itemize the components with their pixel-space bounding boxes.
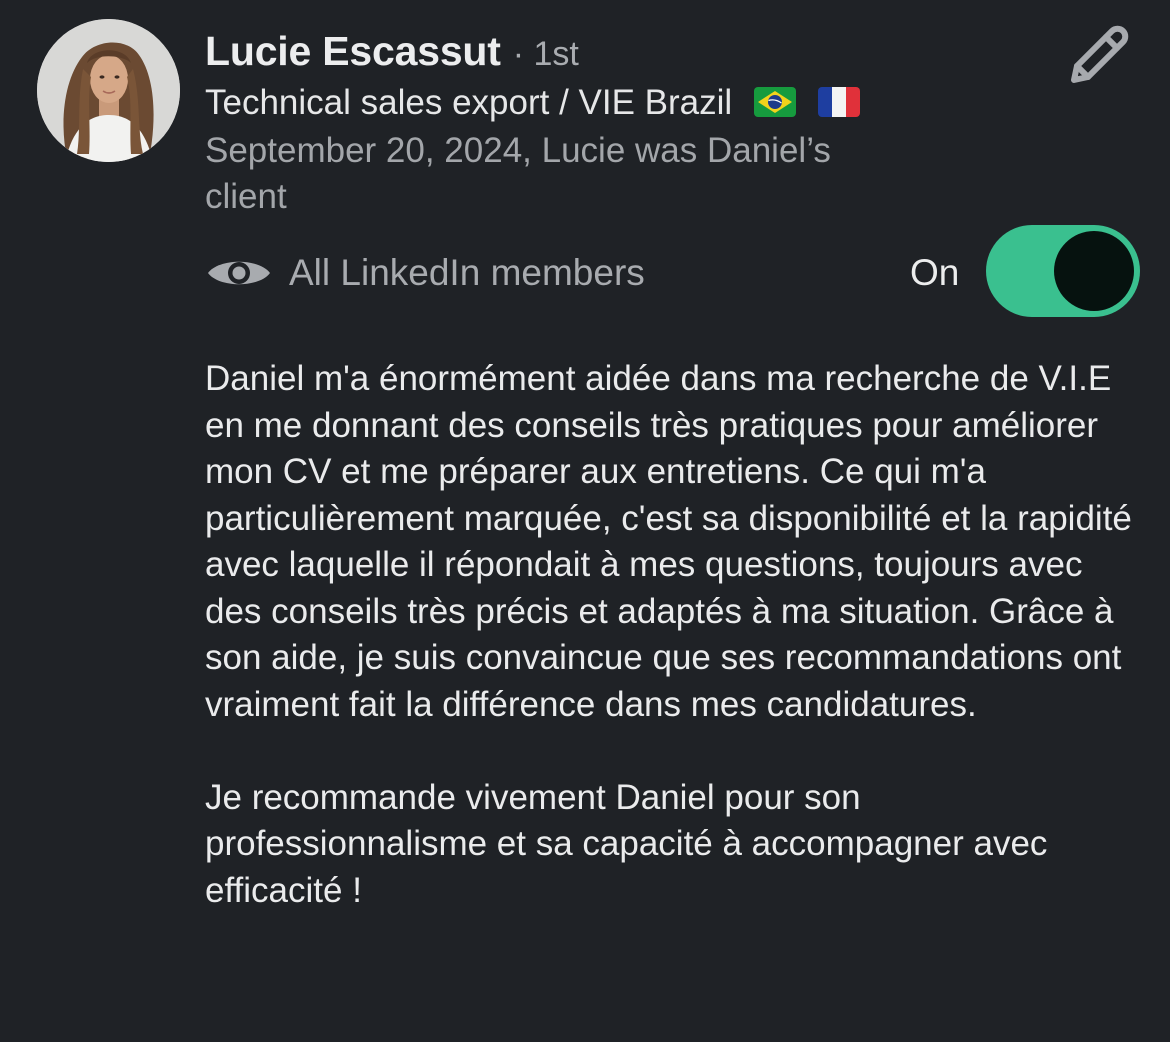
eye-icon <box>205 253 273 293</box>
france-flag-icon <box>817 86 860 117</box>
recommendation-paragraph: Daniel m'a énormément aidée dans ma rech… <box>205 359 1132 724</box>
toggle-knob <box>1054 231 1134 311</box>
recommendation-text: Daniel m'a énormément aidée dans ma rech… <box>205 356 1135 914</box>
toggle-state-label: On <box>910 252 960 293</box>
connection-degree: · 1st <box>512 35 579 73</box>
visibility-label: All LinkedIn members <box>289 252 645 293</box>
visibility-toggle[interactable] <box>986 225 1140 317</box>
pencil-icon <box>1071 25 1129 83</box>
name-row: Lucie Escassut · 1st <box>205 27 579 85</box>
profile-headline: Technical sales export / VIE Brazil <box>205 80 860 126</box>
headline-text: Technical sales export / VIE Brazil <box>205 83 733 122</box>
recommendation-paragraph: Je recommande vivement Daniel pour son p… <box>205 777 1048 910</box>
relation-text: September 20, 2024, Lucie was Daniel’s c… <box>205 131 831 216</box>
visibility-selector[interactable]: All LinkedIn members <box>205 243 645 303</box>
edit-button[interactable] <box>1062 22 1132 88</box>
profile-name[interactable]: Lucie Escassut <box>205 28 501 74</box>
avatar[interactable] <box>37 19 180 162</box>
brazil-flag-icon <box>753 86 796 117</box>
profile-photo <box>37 19 180 162</box>
